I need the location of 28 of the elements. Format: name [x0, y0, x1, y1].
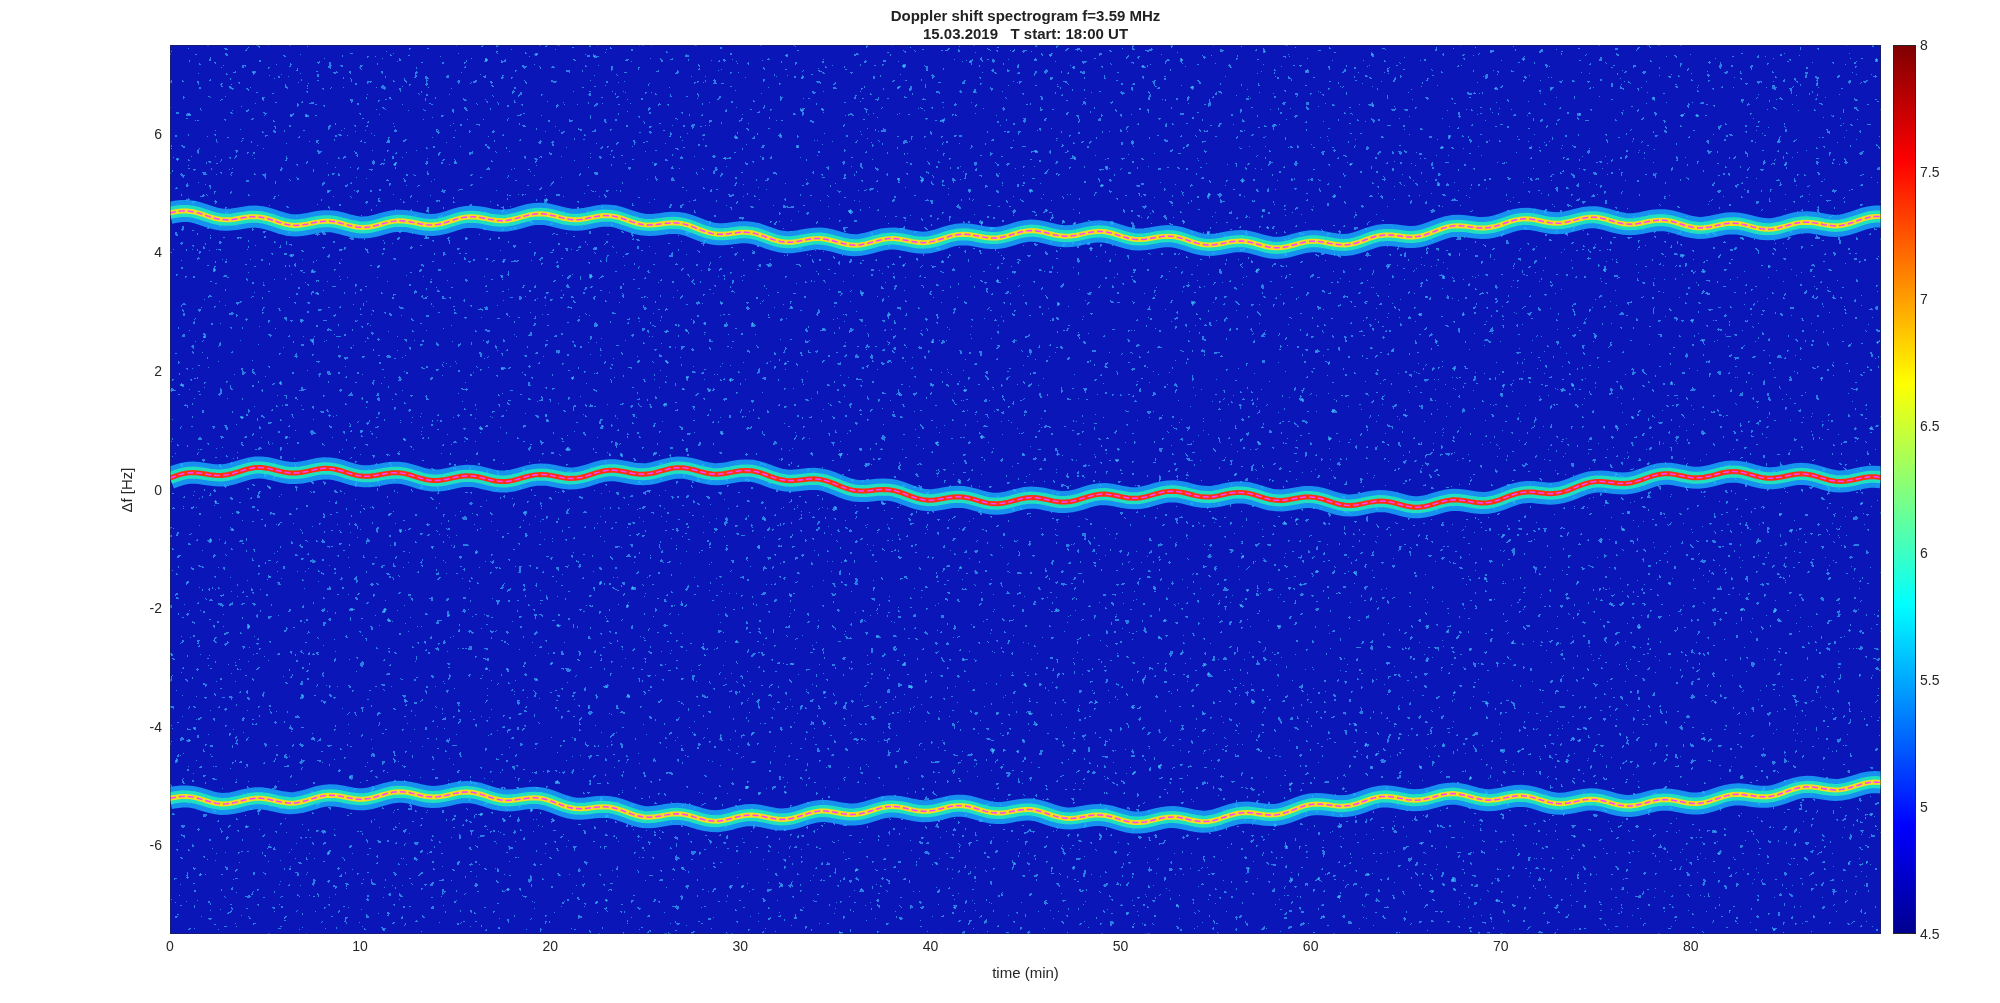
x-tick-label: 50 — [1112, 938, 1129, 954]
y-tick-label: -4 — [149, 718, 162, 735]
colorbar-tick-label: 5.5 — [1920, 672, 1940, 688]
x-tick-label: 80 — [1683, 938, 1699, 954]
y-tick-label: -2 — [149, 600, 162, 617]
colorbar-tick-label: 6 — [1920, 545, 1928, 561]
y-tick-label: 2 — [154, 362, 162, 379]
colorbar-tick-label: 6.5 — [1920, 418, 1940, 434]
colorbar-tick-label: 7.5 — [1920, 164, 1940, 180]
y-tick-label: 6 — [154, 125, 162, 142]
plot-title: Doppler shift spectrogram f=3.59 MHz — [890, 7, 1161, 25]
x-tick-label: 20 — [542, 938, 558, 954]
colorbar-tick-label: 8 — [1920, 37, 1928, 53]
colorbar-tick-label: 7 — [1920, 291, 1928, 307]
x-tick-label: 0 — [166, 938, 174, 954]
plot-title: 15.03.2019 T start: 18:00 UT — [922, 25, 1129, 43]
y-tick-label: 4 — [154, 244, 162, 261]
x-tick-label: 30 — [732, 938, 749, 954]
x-tick-label: 10 — [352, 938, 368, 954]
x-tick-label: 60 — [1302, 938, 1319, 954]
axis-label: Δf [Hz] — [117, 467, 135, 512]
colorbar-tick-label: 5 — [1920, 799, 1928, 815]
axis-label: time (min) — [992, 964, 1059, 981]
colorbar-tick-label: 4.5 — [1920, 926, 1940, 942]
x-tick-label: 40 — [922, 938, 939, 954]
y-tick-label: 0 — [154, 481, 162, 498]
y-tick-label: -6 — [149, 837, 162, 854]
x-tick-label: 70 — [1493, 938, 1509, 954]
